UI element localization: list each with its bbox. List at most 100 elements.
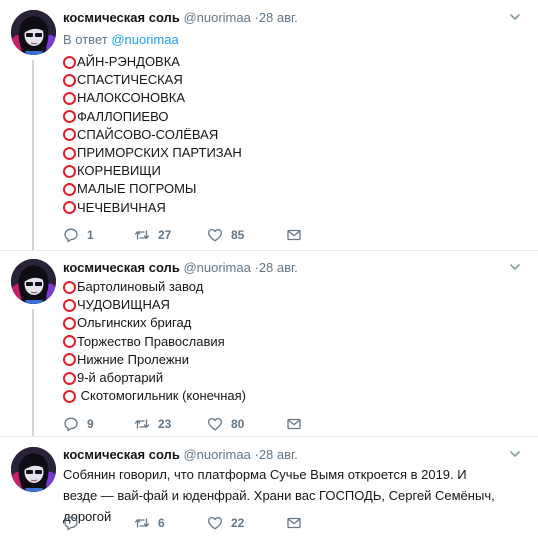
red-circle-icon xyxy=(63,389,76,403)
avatar[interactable] xyxy=(11,259,56,304)
list-item: СПАЙСОВО-СОЛЁВАЯ xyxy=(63,126,242,144)
reply-handle-link[interactable]: @nuorimaa xyxy=(111,32,178,47)
red-circle-icon xyxy=(63,55,76,69)
tweet-2: космическая соль @nuorimaa ·28 авг. Барт… xyxy=(0,250,538,437)
tweet-header: космическая соль @nuorimaa ·28 авг. xyxy=(63,9,298,26)
red-circle-icon xyxy=(63,182,76,196)
thread-line xyxy=(32,60,34,250)
retweet-icon xyxy=(134,419,150,429)
list-item-text: СПАСТИЧЕСКАЯ xyxy=(77,72,183,88)
list-item: Скотомогильник (конечная) xyxy=(63,387,246,405)
tweet-3: космическая соль @nuorimaa ·28 авг. Собя… xyxy=(0,436,538,537)
author-handle[interactable]: @nuorimaa xyxy=(183,10,250,25)
dm-button[interactable] xyxy=(286,226,306,244)
retweet-count: 6 xyxy=(158,516,165,530)
list-item: СПАСТИЧЕСКАЯ xyxy=(63,71,242,89)
red-circle-icon xyxy=(63,280,76,294)
reply-count: 1 xyxy=(87,228,94,242)
reply-count: 9 xyxy=(87,417,94,431)
retweet-icon xyxy=(134,230,150,240)
chevron-down-icon[interactable] xyxy=(510,449,520,459)
chevron-down-icon[interactable] xyxy=(510,262,520,272)
list-item-text: ФАЛЛОПИЕВО xyxy=(77,108,169,124)
like-count: 85 xyxy=(231,228,245,242)
reply-prefix: В ответ xyxy=(63,32,108,47)
red-circle-icon xyxy=(63,91,76,105)
like-button[interactable]: 80 xyxy=(207,415,286,433)
list-item-text: КОРНЕВИЩИ xyxy=(77,163,161,179)
tweet-list: АЙН-РЭНДОВКА СПАСТИЧЕСКАЯ НАЛОКСОНОВКА Ф… xyxy=(63,53,242,217)
reply-button[interactable]: 1 xyxy=(63,226,134,244)
list-item: АЙН-РЭНДОВКА xyxy=(63,53,242,71)
red-circle-icon xyxy=(63,73,76,87)
list-item-text: Торжество Православия xyxy=(77,333,225,349)
list-item-text: ПРИМОРСКИХ ПАРТИЗАН xyxy=(77,145,242,161)
list-item: Бартолиновый завод xyxy=(63,278,246,296)
red-circle-icon xyxy=(63,371,76,385)
like-button[interactable]: 22 xyxy=(207,514,286,532)
retweet-button[interactable]: 27 xyxy=(134,226,207,244)
tweet-1: космическая соль @nuorimaa ·28 авг. В от… xyxy=(0,0,538,250)
list-item: ЧЕЧЕВИЧНАЯ xyxy=(63,199,242,217)
list-item-text: НАЛОКСОНОВКА xyxy=(77,90,186,106)
red-circle-icon xyxy=(63,146,76,160)
red-circle-icon xyxy=(63,353,76,367)
tweet-list: Бартолиновый завод ЧУДОВИЩНАЯ Ольгинских… xyxy=(63,278,246,405)
retweet-button[interactable]: 6 xyxy=(134,514,207,532)
reply-context: В ответ @nuorimaa xyxy=(63,32,179,47)
red-circle-icon xyxy=(63,110,76,124)
retweet-count: 27 xyxy=(158,228,172,242)
avatar[interactable] xyxy=(11,447,56,492)
list-item-text: АЙН-РЭНДОВКА xyxy=(77,54,180,70)
list-item-text: МАЛЫЕ ПОГРОМЫ xyxy=(77,181,197,197)
envelope-icon xyxy=(287,229,301,241)
dm-button[interactable] xyxy=(286,415,306,433)
author-name[interactable]: космическая соль xyxy=(63,10,180,25)
list-item: Торжество Православия xyxy=(63,333,246,351)
red-circle-icon xyxy=(63,201,76,215)
tweet-header: космическая соль @nuorimaa ·28 авг. xyxy=(63,446,298,463)
list-item-text: Ольгинских бригад xyxy=(77,315,192,331)
list-item: Нижние Пролежни xyxy=(63,351,246,369)
chevron-down-icon[interactable] xyxy=(510,12,520,22)
tweet-date[interactable]: 28 авг. xyxy=(259,10,298,25)
list-item-text: 9-й абортарий xyxy=(77,370,164,386)
list-item: ФАЛЛОПИЕВО xyxy=(63,108,242,126)
like-button[interactable]: 85 xyxy=(207,226,286,244)
reply-button[interactable]: 9 xyxy=(63,415,134,433)
list-item-text: ЧЕЧЕВИЧНАЯ xyxy=(77,199,166,215)
heart-icon xyxy=(207,417,223,431)
author-handle[interactable]: @nuorimaa xyxy=(183,447,250,462)
heart-icon xyxy=(207,228,223,242)
author-name[interactable]: космическая соль xyxy=(63,260,180,275)
tweet-actions: 9 23 80 xyxy=(63,415,306,433)
red-circle-icon xyxy=(63,316,76,330)
list-item: ПРИМОРСКИХ ПАРТИЗАН xyxy=(63,144,242,162)
list-item-text: Скотомогильник (конечная) xyxy=(77,388,247,404)
tweet-actions: 1 27 85 xyxy=(63,226,306,244)
list-item: Ольгинских бригад xyxy=(63,314,246,332)
list-item: КОРНЕВИЩИ xyxy=(63,162,242,180)
list-item-text: Бартолиновый завод xyxy=(77,279,204,295)
dm-button[interactable] xyxy=(286,514,306,532)
reply-button[interactable] xyxy=(63,514,134,532)
reply-icon xyxy=(64,417,78,432)
tweet-header: космическая соль @nuorimaa ·28 авг. xyxy=(63,259,298,276)
red-circle-icon xyxy=(63,298,76,312)
tweet-date[interactable]: 28 авг. xyxy=(259,260,298,275)
author-name[interactable]: космическая соль xyxy=(63,447,180,462)
author-handle[interactable]: @nuorimaa xyxy=(183,260,250,275)
like-count: 22 xyxy=(231,516,245,530)
like-count: 80 xyxy=(231,417,245,431)
list-item-text: Нижние Пролежни xyxy=(77,351,189,367)
heart-icon xyxy=(207,516,223,530)
red-circle-icon xyxy=(63,164,76,178)
red-circle-icon xyxy=(63,128,76,142)
retweet-button[interactable]: 23 xyxy=(134,415,207,433)
red-circle-icon xyxy=(63,335,76,349)
tweet-date[interactable]: 28 авг. xyxy=(259,447,298,462)
thread-line xyxy=(32,309,34,437)
avatar[interactable] xyxy=(11,10,56,55)
retweet-icon xyxy=(134,518,150,528)
tweet-actions: 6 22 xyxy=(63,514,306,532)
